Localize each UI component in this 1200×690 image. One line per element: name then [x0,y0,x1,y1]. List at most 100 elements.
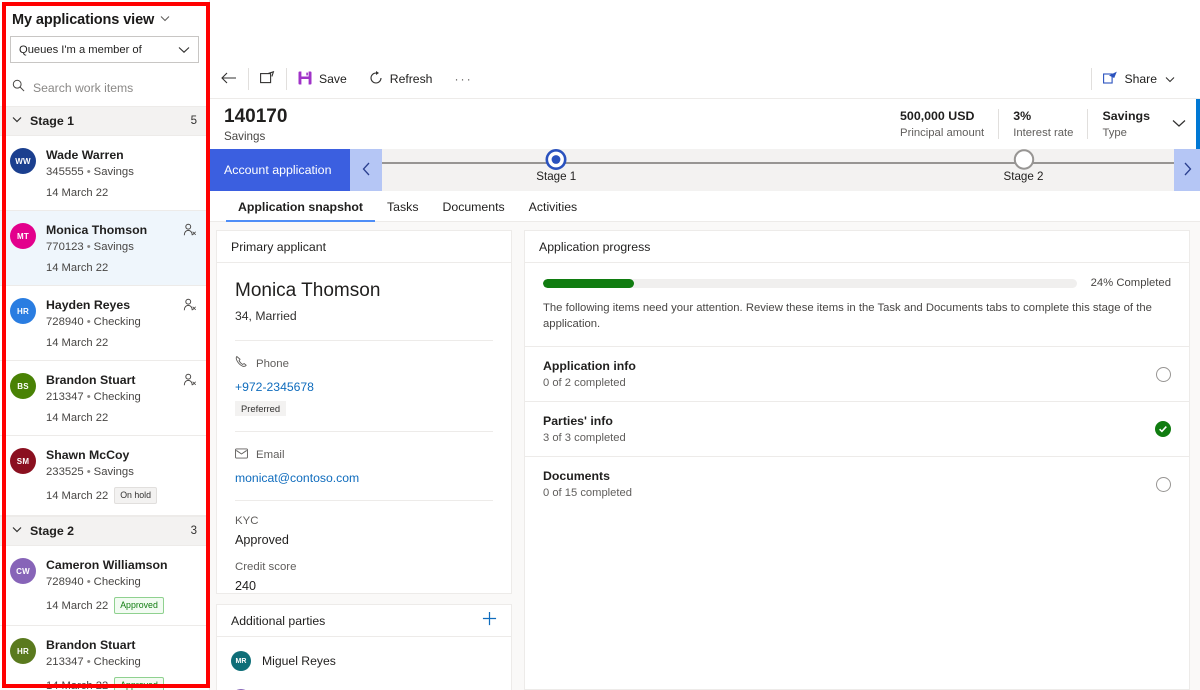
queue-filter-value: Queues I'm a member of [19,43,142,56]
separator: • [86,391,91,403]
work-item-id: 213347 [46,391,84,403]
queue-group-header[interactable]: Stage 1 5 [0,106,209,136]
queue-group-header[interactable]: Stage 2 3 [0,516,209,546]
work-item[interactable]: WW Wade Warren 345555 • Savings 14 March 22 [0,136,209,211]
party-name: Miguel Reyes [262,654,336,668]
avatar: CW [10,558,36,584]
bpf-next-button[interactable] [1174,149,1200,191]
search-input[interactable]: Search work items [33,81,133,95]
share-icon [1103,71,1118,87]
work-item-meta: 345555 • Savings [46,166,199,178]
work-item-body: Hayden Reyes 728940 • Checking 14 March 22 [46,297,199,349]
status-badge: On hold [114,487,157,504]
work-item-product: Checking [93,656,141,668]
assign-user-icon[interactable] [183,298,197,317]
work-item-date-row: 14 March 22 [46,412,199,424]
save-button[interactable]: Save [287,60,358,99]
form-tab[interactable]: Documents [430,200,516,221]
work-item-product: Checking [93,316,141,328]
avatar: WW [10,148,36,174]
work-item[interactable]: CW Cameron Williamson 728940 • Checking 14 Ma… [0,546,209,626]
open-in-new-window-button[interactable] [249,60,286,99]
form-tab[interactable]: Tasks [375,200,430,221]
bpf-name[interactable]: Account application [210,149,350,191]
work-item-body: Shawn McCoy 233525 • Savings 14 March 22 On h… [46,447,199,504]
work-item-date-row: 14 March 22 [46,262,199,274]
progress-item-text: Application info 0 of 2 completed [543,359,636,389]
record-form: Save Refresh ··· Share 140170 Savings 50… [210,0,1200,690]
refresh-button[interactable]: Refresh [358,60,444,99]
record-header: 140170 Savings 500,000 USD Principal amou… [210,99,1200,149]
record-stat: Savings Type [1088,109,1164,139]
overflow-menu-button[interactable]: ··· [443,60,483,99]
work-item[interactable]: SM Shawn McCoy 233525 • Savings 14 March 22 On… [0,436,209,516]
progress-item-subtitle: 0 of 15 completed [543,487,632,499]
bpf-stage-label: Stage 2 [1003,170,1044,183]
progress-note: The following items need your attention.… [543,302,1152,330]
applicant-name: Monica Thomson [235,280,381,301]
work-item-name: Brandon Stuart [46,638,136,652]
separator: • [86,316,91,328]
plus-icon[interactable] [482,611,497,631]
chevron-down-icon [1165,72,1175,86]
progress-bar-fill [543,278,634,288]
progress-checklist: Application info 0 of 2 completed Parties'… [525,346,1189,511]
work-item-product: Checking [93,576,141,588]
work-item-name: Shawn McCoy [46,448,130,462]
chevron-right-icon [1183,162,1192,179]
progress-checklist-row[interactable]: Application info 0 of 2 completed [525,346,1189,401]
work-item-date: 14 March 22 [46,337,109,349]
avatar: MR [231,651,251,671]
application-progress-body: 24% Completed The following items need y… [525,263,1189,332]
phone-value[interactable]: +972-2345678 [235,380,493,394]
work-item[interactable]: HR Brandon Stuart 213347 • Checking 14 March … [0,626,209,690]
work-item-meta: 728940 • Checking [46,316,199,328]
credit-score-field: Credit score 240 [235,561,493,593]
party-row[interactable]: DTDavid Thomson [217,680,511,690]
work-item-name: Hayden Reyes [46,298,131,312]
work-item-date-row: 14 March 22 On hold [46,487,199,504]
record-stat-label: Principal amount [900,127,985,139]
progress-item-text: Parties' info 3 of 3 completed [543,414,626,444]
bpf-line [382,162,1174,164]
assign-user-icon[interactable] [183,373,197,392]
progress-item-subtitle: 3 of 3 completed [543,432,626,444]
progress-bar-track [543,278,1077,288]
avatar: HR [10,298,36,324]
additional-parties-list: MR Miguel Reyes DTDavid Thomson [217,637,511,690]
work-item[interactable]: MT Monica Thomson 770123 • Savings 14 March 2… [0,211,209,286]
share-button[interactable]: Share [1092,60,1186,99]
work-item[interactable]: BS Brandon Stuart 213347 • Checking 14 March … [0,361,209,436]
work-item[interactable]: HR Hayden Reyes 728940 • Checking 14 March 22 [0,286,209,361]
work-item-id: 728940 [46,576,84,588]
party-row[interactable]: MR Miguel Reyes [217,642,511,680]
form-tab[interactable]: Activities [517,200,590,221]
separator: • [86,576,91,588]
record-header-expand-button[interactable] [1164,115,1200,133]
back-button[interactable] [210,60,248,99]
bpf-collapse-button[interactable] [350,149,382,191]
assign-user-icon[interactable] [183,223,197,242]
progress-checklist-row[interactable]: Documents 0 of 15 completed [525,456,1189,511]
progress-item-title: Documents [543,469,610,483]
form-tab[interactable]: Application snapshot [226,200,376,222]
separator: • [86,241,91,253]
chevron-down-icon [12,526,22,536]
application-progress-card: Application progress 24% Completed The f… [524,230,1190,690]
chevron-down-icon [1172,115,1186,132]
search-work-items[interactable]: Search work items [0,72,209,104]
form-tabs: Application snapshot Tasks Documents Activi… [210,191,1200,222]
email-value[interactable]: monicat@contoso.com [235,471,493,485]
progress-item-subtitle: 0 of 2 completed [543,377,626,389]
queue-view-selector[interactable]: My applications view [0,0,209,36]
work-item-id: 770123 [46,241,84,253]
work-item-body: Wade Warren 345555 • Savings 14 March 22 [46,147,199,199]
work-item-product: Savings [93,166,134,178]
queue-filter-dropdown[interactable]: Queues I'm a member of [10,36,199,63]
record-stat-label: Interest rate [1013,127,1074,139]
progress-checklist-row[interactable]: Parties' info 3 of 3 completed [525,401,1189,456]
vertical-scrollbar[interactable] [1196,99,1200,149]
status-badge: Approved [114,677,164,690]
applicant-demographics: 34, Married [235,309,297,323]
work-item-body: Brandon Stuart 213347 • Checking 14 March 22 [46,372,199,424]
